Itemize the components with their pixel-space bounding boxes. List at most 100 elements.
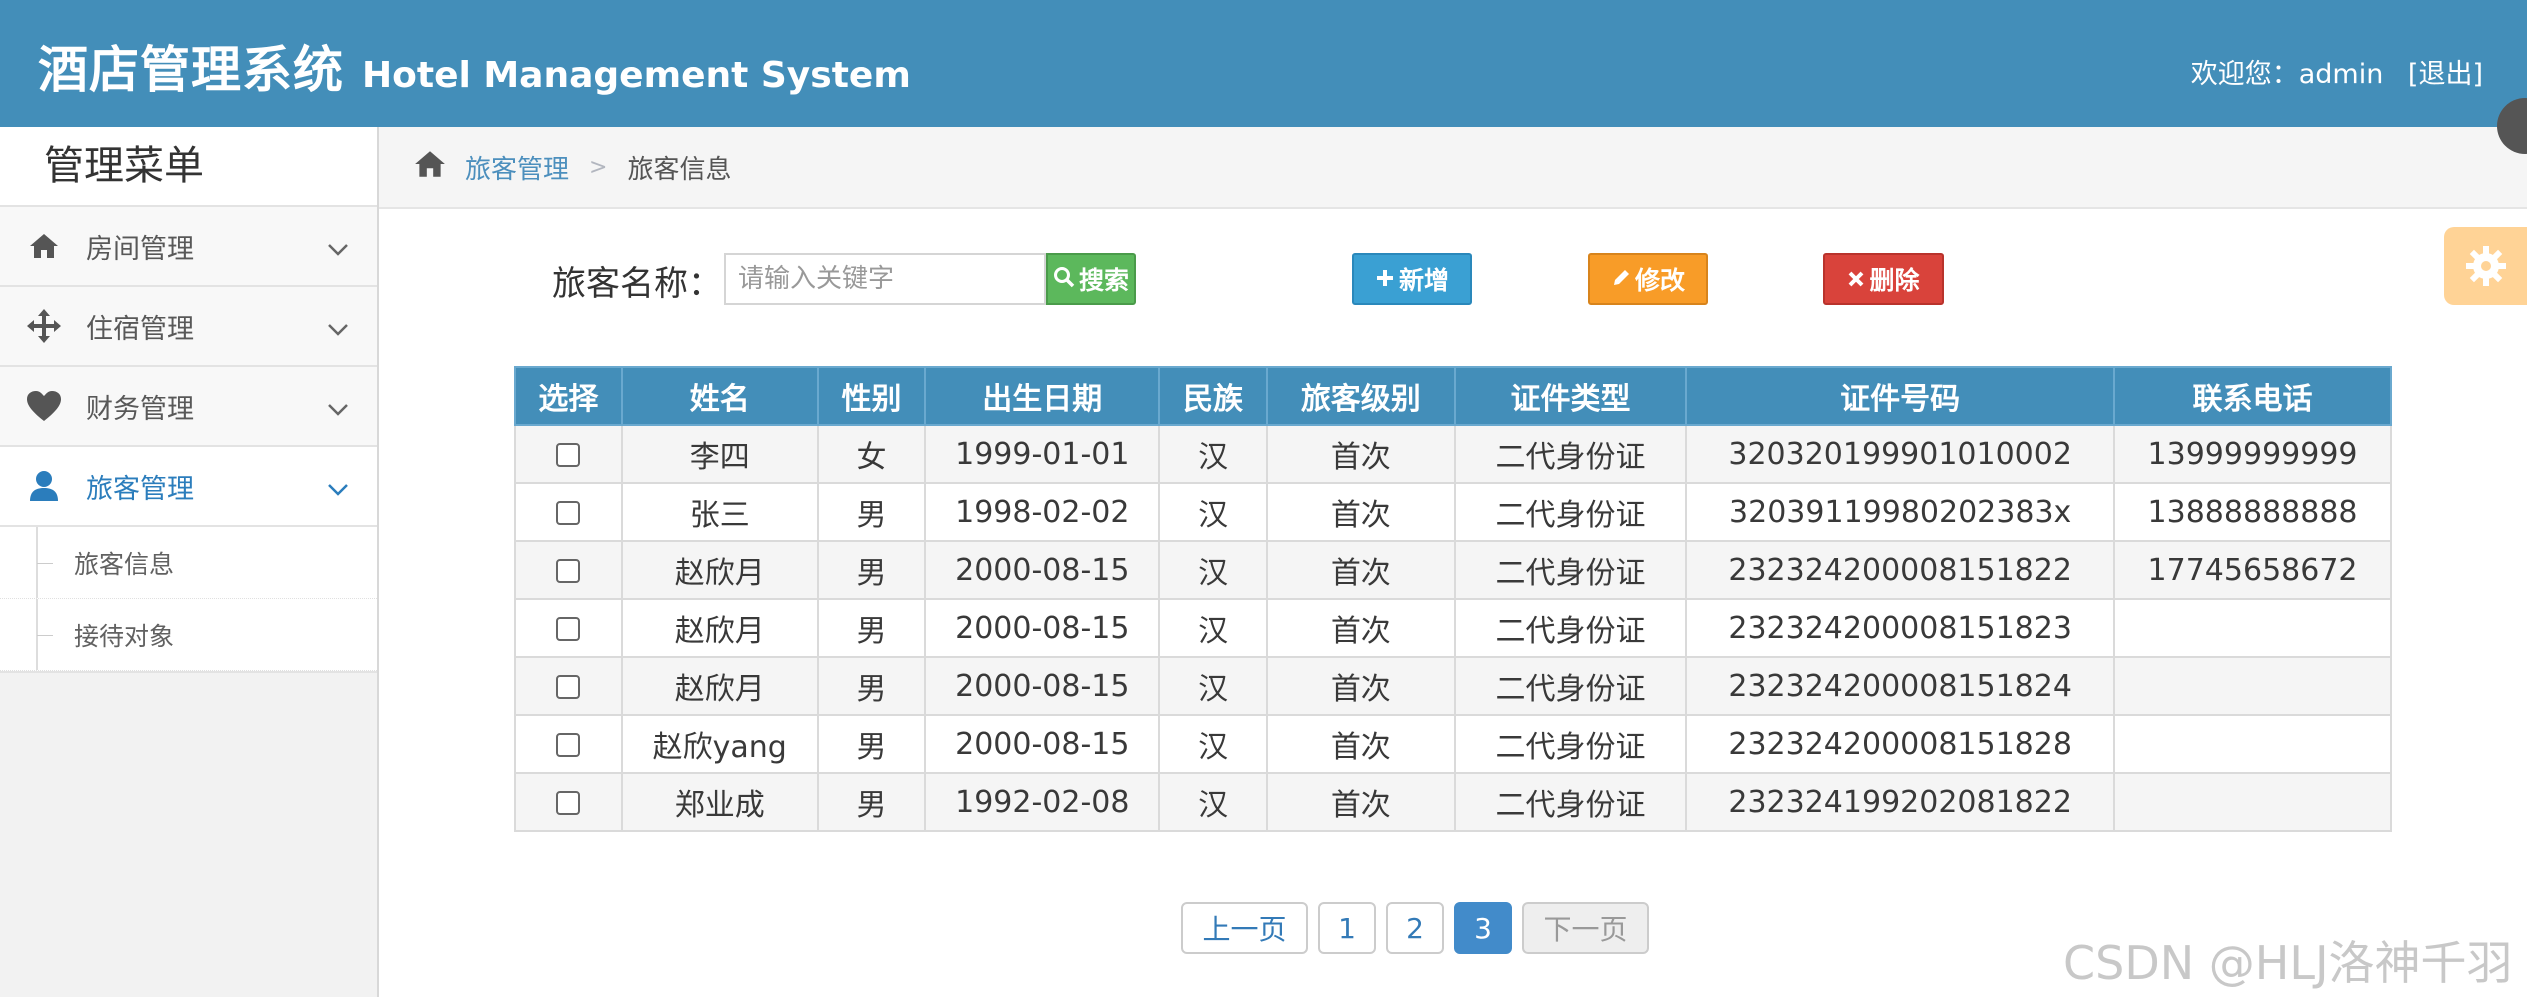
chevron-down-icon xyxy=(327,313,349,344)
home-icon[interactable] xyxy=(413,149,447,186)
sidebar-item-stay[interactable]: 住宿管理 xyxy=(0,287,377,367)
close-icon xyxy=(1847,265,1865,294)
row-checkbox[interactable] xyxy=(556,791,581,815)
row-select-cell xyxy=(514,714,623,774)
pagination: 上一页 1 2 3 下一页 xyxy=(1181,902,1659,954)
sidebar: 管理菜单 房间管理 住宿管理 财务管理 旅客管理 旅客信息 接待对象 xyxy=(0,127,379,997)
settings-button[interactable] xyxy=(2444,227,2527,305)
row-select-cell xyxy=(514,656,623,716)
table-cell: 13888888888 xyxy=(2113,482,2392,542)
heart-icon xyxy=(24,388,64,424)
gear-icon xyxy=(2465,246,2506,286)
next-page-button[interactable]: 下一页 xyxy=(1522,902,1649,954)
search-icon xyxy=(1053,265,1075,294)
table-cell: 1999-01-01 xyxy=(924,424,1161,484)
search-button[interactable]: 搜索 xyxy=(1046,253,1136,305)
table-cell: 汉 xyxy=(1158,482,1268,542)
table-cell: 男 xyxy=(816,714,927,774)
chevron-down-icon xyxy=(327,393,349,424)
table-cell: 首次 xyxy=(1265,598,1456,658)
add-button-label: 新增 xyxy=(1398,266,1449,295)
column-header: 民族 xyxy=(1158,366,1268,426)
table-cell: 女 xyxy=(816,424,927,484)
table-cell: 二代身份证 xyxy=(1453,482,1688,542)
row-checkbox[interactable] xyxy=(556,675,581,699)
table-cell: 首次 xyxy=(1265,772,1456,832)
table-cell: 二代身份证 xyxy=(1453,772,1688,832)
column-header: 选择 xyxy=(514,366,623,426)
add-button[interactable]: 新增 xyxy=(1352,253,1472,305)
search-input[interactable] xyxy=(724,253,1046,305)
user-icon xyxy=(24,468,64,504)
page-button-1[interactable]: 1 xyxy=(1318,902,1376,954)
table-cell: 张三 xyxy=(620,482,819,542)
table-cell: 首次 xyxy=(1265,482,1456,542)
table-cell: 320320199901010002 xyxy=(1685,424,2116,484)
table-row[interactable]: 张三男 1998-02-02 汉首次 二代身份证 32039119980202383x 1… xyxy=(514,482,2392,542)
table-cell: 232324200008151824 xyxy=(1685,656,2116,716)
sidebar-item-guests[interactable]: 旅客管理 xyxy=(0,447,377,527)
row-select-cell xyxy=(514,772,623,832)
row-checkbox[interactable] xyxy=(556,559,581,583)
sidebar-item-rooms[interactable]: 房间管理 xyxy=(0,207,377,287)
table-row[interactable]: 郑业成男 1992-02-08 汉首次 二代身份证 232324199202081822 xyxy=(514,772,2392,832)
submenu-item-guest-info[interactable]: 旅客信息 xyxy=(0,527,377,599)
sidebar-item-label: 房间管理 xyxy=(86,233,194,265)
app-title-en: Hotel Management System xyxy=(362,55,911,96)
logout-link[interactable]: [退出] xyxy=(2408,59,2483,90)
table-cell: 赵欣月 xyxy=(620,656,819,716)
table-cell: 二代身份证 xyxy=(1453,424,1688,484)
table-cell: 李四 xyxy=(620,424,819,484)
table-cell: 男 xyxy=(816,540,927,600)
table-cell: 2000-08-15 xyxy=(924,598,1161,658)
table-cell: 男 xyxy=(816,772,927,832)
table-cell: 男 xyxy=(816,656,927,716)
table-row[interactable]: 赵欣月男 2000-08-15 汉首次 二代身份证 232324200008151824 xyxy=(514,656,2392,716)
table-row[interactable]: 赵欣月男 2000-08-15 汉首次 二代身份证 232324200008151822… xyxy=(514,540,2392,600)
table-cell: 2000-08-15 xyxy=(924,656,1161,716)
table-row[interactable]: 赵欣yang 男 2000-08-15 汉首次 二代身份证 232324200008151… xyxy=(514,714,2392,774)
page-button-3-current[interactable]: 3 xyxy=(1454,902,1512,954)
sidebar-title: 管理菜单 xyxy=(0,127,377,207)
row-checkbox[interactable] xyxy=(556,443,581,467)
edit-button[interactable]: 修改 xyxy=(1588,253,1708,305)
brand: 酒店管理系统 Hotel Management System xyxy=(38,30,911,102)
table-cell: 17745658672 xyxy=(2113,540,2392,600)
table-cell: 首次 xyxy=(1265,424,1456,484)
watermark: CSDN @HLJ洛神千羽 xyxy=(2063,936,2513,990)
column-header: 证件号码 xyxy=(1685,366,2116,426)
row-checkbox[interactable] xyxy=(556,733,581,757)
row-checkbox[interactable] xyxy=(556,617,581,641)
page-button-2[interactable]: 2 xyxy=(1386,902,1444,954)
search-button-label: 搜索 xyxy=(1078,266,1129,295)
table-row[interactable]: 李四女 1999-01-01 汉首次 二代身份证 320320199901010002 1… xyxy=(514,424,2392,484)
sidebar-item-finance[interactable]: 财务管理 xyxy=(0,367,377,447)
home-icon xyxy=(24,228,64,264)
column-header: 出生日期 xyxy=(924,366,1161,426)
table-cell: 232324200008151822 xyxy=(1685,540,2116,600)
delete-button-label: 删除 xyxy=(1869,266,1920,295)
submenu-item-reception[interactable]: 接待对象 xyxy=(0,599,377,671)
table-cell: 二代身份证 xyxy=(1453,656,1688,716)
chevron-down-icon xyxy=(327,473,349,504)
sidebar-item-label: 旅客管理 xyxy=(86,473,194,505)
breadcrumb-parent[interactable]: 旅客管理 xyxy=(465,149,569,186)
table-cell: 232324200008151828 xyxy=(1685,714,2116,774)
table-cell: 汉 xyxy=(1158,656,1268,716)
table-cell: 男 xyxy=(816,482,927,542)
top-header: 酒店管理系统 Hotel Management System 欢迎您：admin… xyxy=(0,0,2527,154)
delete-button[interactable]: 删除 xyxy=(1823,253,1944,305)
row-checkbox[interactable] xyxy=(556,501,581,525)
breadcrumb-separator-icon: > xyxy=(589,154,608,180)
table-cell: 汉 xyxy=(1158,772,1268,832)
table-cell: 13999999999 xyxy=(2113,424,2392,484)
table-cell xyxy=(2113,772,2392,832)
column-header: 性别 xyxy=(816,366,927,426)
table-cell: 赵欣月 xyxy=(620,540,819,600)
welcome-text: 欢迎您：admin xyxy=(2190,59,2384,90)
table-cell: 郑业成 xyxy=(620,772,819,832)
prev-page-button[interactable]: 上一页 xyxy=(1181,902,1308,954)
table-cell: 2000-08-15 xyxy=(924,714,1161,774)
table-row[interactable]: 赵欣月男 2000-08-15 汉首次 二代身份证 232324200008151823 xyxy=(514,598,2392,658)
column-header: 旅客级别 xyxy=(1265,366,1456,426)
